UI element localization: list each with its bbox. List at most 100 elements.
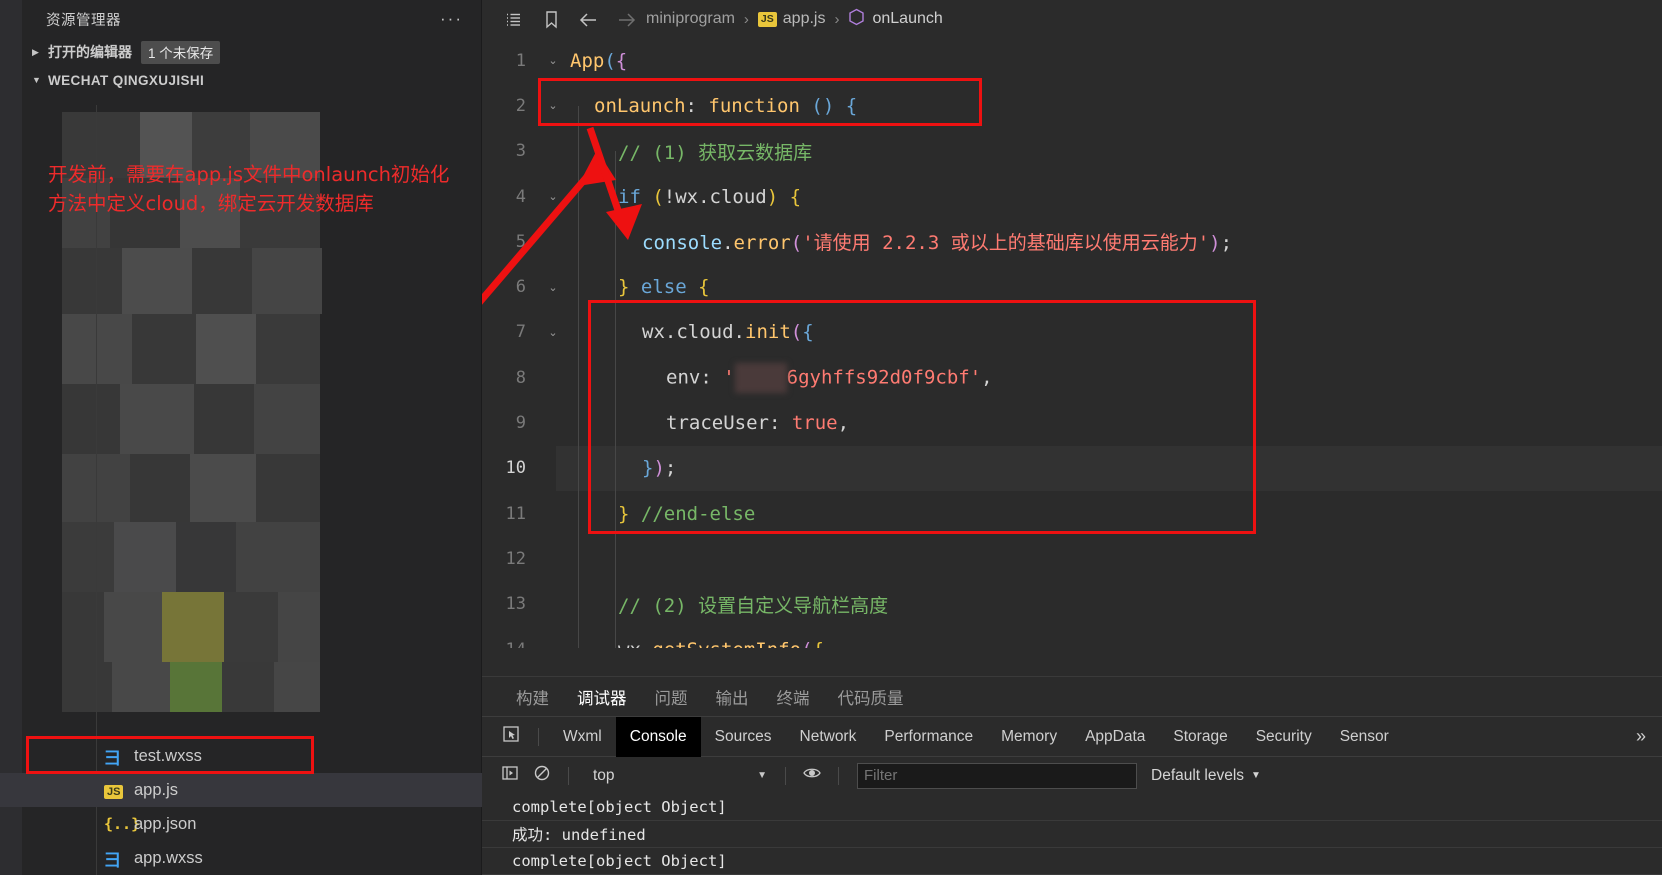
code-text: App({ [564,50,627,72]
code-line[interactable]: 12 [482,536,1662,581]
code-token: // (1) 获取云数据库 [618,141,813,164]
breadcrumb-folder[interactable]: miniprogram [646,10,735,28]
explorer-sidebar: 资源管理器 ··· ▶ 打开的编辑器 1 个未保存 ▼ WECHAT QINGX… [0,0,482,875]
file-label: test.wxss [134,746,202,765]
console-context-select[interactable]: top ▼ [585,764,775,788]
chevron-down-fold-icon[interactable]: ⌄ [542,281,564,294]
chevron-down-fold-icon[interactable]: ⌄ [542,643,564,648]
line-number: 7 [515,322,526,343]
code-token: ; [664,457,677,480]
code-line[interactable]: 5 console.error('请使用 2.2.3 或以上的基础库以使用云能力'… [482,219,1662,264]
inspect-cursor-icon[interactable] [494,725,528,748]
devtools-tab-security[interactable]: Security [1242,717,1326,757]
code-token: //end-else [640,502,756,525]
code-line[interactable]: 4 ⌄ if (!wx.cloud) { [482,174,1662,219]
chevron-down-fold-icon[interactable]: ⌄ [542,190,564,203]
code-line[interactable]: 2 ⌄ onLaunch: function () { [482,83,1662,128]
code-line[interactable]: 6 ⌄} else { [482,264,1662,309]
outline-list-icon[interactable] [494,9,532,30]
show-console-sidebar-icon[interactable] [494,764,526,787]
devtools-tab-sources[interactable]: Sources [701,717,786,757]
devtools-tab-performance[interactable]: Performance [870,717,987,757]
file-item-test-wxss[interactable]: 彐 test.wxss [0,739,482,773]
devtools-tab-appdata[interactable]: AppData [1071,717,1159,757]
code-token: ) [766,185,779,208]
panel-tab-4[interactable]: 终端 [763,685,824,709]
breadcrumb-file[interactable]: app.js [783,10,826,28]
file-item-app-wxss[interactable]: 彐 app.wxss [0,841,482,875]
console-line: 成功: undefined [482,821,1662,848]
open-editors-row[interactable]: ▶ 打开的编辑器 1 个未保存 [0,38,481,66]
breadcrumb-symbol[interactable]: onLaunch [872,10,942,28]
line-number: 11 [505,503,526,524]
code-token: { [845,94,858,117]
code-text: }); [636,457,676,479]
code-line[interactable]: 1 ⌄ App({ [482,38,1662,83]
chevron-down-fold-icon[interactable]: ⌄ [542,54,564,67]
panel-tab-1[interactable]: 调试器 [563,685,641,709]
code-token: '请使用 2.2.3 或以上的基础库以使用云能力' [802,232,1210,255]
code-text: wx.getSystemInfo({ [612,639,824,649]
panel-tab-2[interactable]: 问题 [641,685,702,709]
bookmark-icon[interactable] [532,9,570,30]
chevron-down-fold-icon[interactable]: ⌄ [542,326,564,339]
code-token: console [642,232,723,255]
red-annotation-text: 开发前，需要在app.js文件中onlaunch初始化 方法中定义cloud，绑… [48,163,450,215]
chevron-double-right-icon[interactable]: » [1620,726,1662,747]
code-text: console.error('请使用 2.2.3 或以上的基础库以使用云能力')… [636,228,1232,255]
file-label: app.js [134,780,179,799]
code-line[interactable]: 9 traceUser: true, [482,400,1662,445]
code-line[interactable]: 11} //end-else [482,491,1662,536]
code-token: traceUser [666,412,769,435]
devtools-tabs: Wxml Console Sources Network Performance Memo… [549,716,1403,757]
code-line[interactable]: 8 env: ' 6gyhffs92d0f9cbf', [482,355,1662,400]
devtools-tab-network[interactable]: Network [786,717,871,757]
live-expression-icon[interactable] [796,765,828,786]
code-editor[interactable]: 1 ⌄ App({2 ⌄ onLaunch: function () {3// (1) … [482,38,1662,648]
devtools-tab-console[interactable]: Console [615,716,701,757]
code-token: () [811,94,835,117]
file-item-app-js[interactable]: JS app.js [0,773,482,807]
ellipsis-icon[interactable]: ··· [440,10,463,27]
file-item-app-json[interactable]: {..} app.json [0,807,482,841]
code-token: { [615,49,628,72]
code-token: , [981,366,993,389]
panel-tab-0[interactable]: 构建 [502,685,563,709]
arrow-right-icon[interactable] [608,9,646,30]
chevron-right-icon[interactable]: ▶ [32,47,48,58]
console-filter-input[interactable] [857,762,1137,789]
project-root-label: WECHAT QINGXUJISHI [48,72,205,88]
devtools-tab-wxml[interactable]: Wxml [549,717,616,757]
console-levels-value: Default levels [1151,766,1245,784]
chevron-down-icon[interactable]: ▼ [32,75,48,85]
project-root-row[interactable]: ▼ WECHAT QINGXUJISHI [0,66,481,94]
line-number: 9 [515,413,526,434]
devtools-tab-memory[interactable]: Memory [987,717,1071,757]
breadcrumb-separator: › [834,10,840,28]
redacted-block [734,362,787,393]
devtools-tab-storage[interactable]: Storage [1159,717,1241,757]
console-output[interactable]: complete[object Object] 成功: undefined comp… [482,794,1662,875]
js-file-icon: JS [757,11,777,27]
toolbar-divider [838,766,839,785]
code-text: // (1) 获取云数据库 [612,138,812,165]
arrow-left-icon[interactable] [570,9,608,30]
code-line[interactable]: 14⌄ wx.getSystemInfo({ [482,627,1662,649]
code-token: init [745,321,791,344]
clear-console-icon[interactable] [526,764,558,787]
code-line[interactable]: 13 // (2) 设置自定义导航栏高度 [482,582,1662,627]
chevron-down-fold-icon[interactable]: ⌄ [542,99,564,112]
code-line[interactable]: 3 // (1) 获取云数据库 [482,129,1662,174]
code-line[interactable]: 10}); [482,446,1662,491]
explorer-title: 资源管理器 [46,12,121,29]
code-line[interactable]: 7 ⌄ wx.cloud.init({ [482,310,1662,355]
panel-tab-3[interactable]: 输出 [702,685,763,709]
devtools-tab-sensor[interactable]: Sensor [1326,717,1403,757]
console-levels-select[interactable]: Default levels ▼ [1151,767,1261,785]
toolbar-divider [538,727,539,746]
panel-tab-5[interactable]: 代码质量 [824,685,918,709]
explorer-title-bar: 资源管理器 ··· [0,0,481,38]
